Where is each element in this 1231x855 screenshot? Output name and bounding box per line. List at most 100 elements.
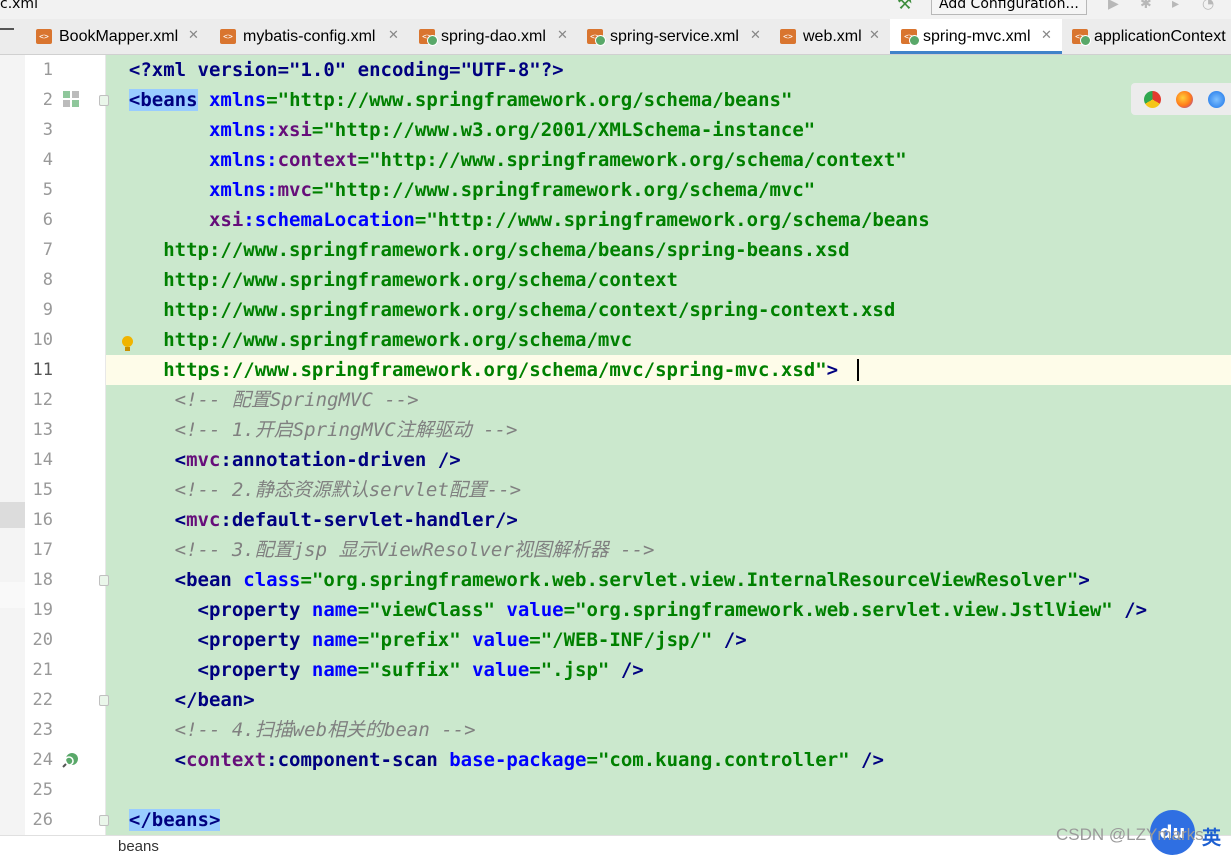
debug-icon[interactable]: ✱ xyxy=(1140,0,1152,12)
text-caret xyxy=(857,359,859,381)
strip-marker xyxy=(0,502,25,528)
firefox-icon[interactable] xyxy=(1176,91,1193,108)
component-scan-gutter-icon[interactable] xyxy=(62,751,80,769)
code-line-3[interactable]: xmlns:xsi="http://www.w3.org/2001/XMLSch… xyxy=(106,115,1231,145)
line-number: 20 xyxy=(32,630,53,650)
line-number: 3 xyxy=(42,120,53,140)
line-number: 13 xyxy=(32,420,53,440)
fold-marker-icon[interactable] xyxy=(99,815,109,826)
ime-language-label[interactable]: 英 xyxy=(1202,823,1221,850)
code-line-8[interactable]: http://www.springframework.org/schema/co… xyxy=(106,265,1231,295)
tab-spring-mvc-xml[interactable]: <> spring-mvc.xml ✕ xyxy=(890,19,1062,54)
code-line-19[interactable]: <property name="viewClass" value="org.sp… xyxy=(106,595,1231,625)
spring-beans-gutter-icon[interactable] xyxy=(62,90,80,108)
build-hammer-icon[interactable]: ⚒ xyxy=(897,0,912,14)
fold-marker-icon[interactable] xyxy=(99,695,109,706)
tab-bookmapper-xml[interactable]: <> BookMapper.xml ✕ xyxy=(27,19,210,54)
line-number: 24 xyxy=(32,750,53,770)
code-line-17[interactable]: <!-- 3.配置jsp 显示ViewResolver视图解析器 --> xyxy=(106,535,1231,565)
line-number: 25 xyxy=(32,780,53,800)
code-line-9[interactable]: http://www.springframework.org/schema/co… xyxy=(106,295,1231,325)
tab-mybatis-config-xml[interactable]: <> mybatis-config.xml ✕ xyxy=(210,19,407,54)
code-line-1[interactable]: <?xml version="1.0" encoding="UTF-8"?> xyxy=(106,55,1231,85)
code-line-23[interactable]: <!-- 4.扫描web相关的bean --> xyxy=(106,715,1231,745)
code-line-2[interactable]: <beans xmlns="http://www.springframework… xyxy=(106,85,1231,115)
window-title: c.xml xyxy=(0,0,38,12)
line-number: 2 xyxy=(42,90,53,110)
profile-icon[interactable]: ◔ xyxy=(1202,0,1214,12)
xml-file-icon: <> xyxy=(36,29,52,44)
fold-marker-icon[interactable] xyxy=(99,575,109,586)
line-number: 18 xyxy=(32,570,53,590)
tab-scroll-indicator[interactable] xyxy=(0,28,14,30)
close-icon[interactable]: ✕ xyxy=(188,27,199,43)
lightbulb-base xyxy=(125,347,130,351)
line-number: 10 xyxy=(32,330,53,350)
line-number: 22 xyxy=(32,690,53,710)
line-number: 26 xyxy=(32,810,53,830)
line-number-current: 11 xyxy=(32,360,53,380)
line-number: 1 xyxy=(42,60,53,80)
close-icon[interactable]: ✕ xyxy=(557,27,568,43)
line-number: 23 xyxy=(32,720,53,740)
watermark: CSDN @LZYmarks xyxy=(1056,825,1204,844)
code-editor[interactable]: <?xml version="1.0" encoding="UTF-8"?> <… xyxy=(106,55,1231,835)
code-line-15[interactable]: <!-- 2.静态资源默认servlet配置--> xyxy=(106,475,1231,505)
chrome-icon[interactable] xyxy=(1144,91,1161,108)
spring-xml-file-icon: <> xyxy=(587,29,606,46)
code-line-24[interactable]: <context:component-scan base-package="co… xyxy=(106,745,1231,775)
line-number: 4 xyxy=(42,150,53,170)
top-toolbar: c.xml ⚒ Add Configuration... ▶ ✱ ▸ ◔ xyxy=(0,0,1231,19)
code-line-18[interactable]: <bean class="org.springframework.web.ser… xyxy=(106,565,1231,595)
code-line-7[interactable]: http://www.springframework.org/schema/be… xyxy=(106,235,1231,265)
tab-label: BookMapper.xml xyxy=(59,28,179,45)
tab-label: spring-mvc.xml xyxy=(923,28,1031,45)
line-number: 5 xyxy=(42,180,53,200)
code-line-20[interactable]: <property name="prefix" value="/WEB-INF/… xyxy=(106,625,1231,655)
run-icon[interactable]: ▶ xyxy=(1108,0,1119,12)
line-number: 9 xyxy=(42,300,53,320)
breadcrumb[interactable]: beans xyxy=(118,838,159,855)
line-number: 17 xyxy=(32,540,53,560)
tab-label: mybatis-config.xml xyxy=(243,28,376,45)
code-line-13[interactable]: <!-- 1.开启SpringMVC注解驱动 --> xyxy=(106,415,1231,445)
coverage-icon[interactable]: ▸ xyxy=(1172,0,1179,12)
close-icon[interactable]: ✕ xyxy=(869,27,880,43)
strip-marker xyxy=(0,582,25,608)
code-line-6[interactable]: xsi:schemaLocation="http://www.springfra… xyxy=(106,205,1231,235)
line-number: 16 xyxy=(32,510,53,530)
tab-label: web.xml xyxy=(803,28,862,45)
breadcrumb-bar: beans xyxy=(0,835,1231,855)
line-number: 12 xyxy=(32,390,53,410)
safari-icon[interactable] xyxy=(1208,91,1225,108)
line-number: 19 xyxy=(32,600,53,620)
tab-label: spring-service.xml xyxy=(610,28,739,45)
code-line-11[interactable]: https://www.springframework.org/schema/m… xyxy=(106,355,1231,385)
tab-spring-dao-xml[interactable]: <> spring-dao.xml ✕ xyxy=(407,19,575,54)
code-line-10[interactable]: http://www.springframework.org/schema/mv… xyxy=(106,325,1231,355)
code-line-22[interactable]: </bean> xyxy=(106,685,1231,715)
tab-applicationcontext[interactable]: <> applicationContext xyxy=(1062,19,1231,54)
code-line-25[interactable] xyxy=(106,775,1231,805)
code-line-5[interactable]: xmlns:mvc="http://www.springframework.or… xyxy=(106,175,1231,205)
tab-web-xml[interactable]: <> web.xml ✕ xyxy=(770,19,890,54)
close-icon[interactable]: ✕ xyxy=(1041,27,1052,43)
spring-xml-file-icon: <> xyxy=(419,29,438,46)
line-number: 7 xyxy=(42,240,53,260)
code-line-4[interactable]: xmlns:context="http://www.springframewor… xyxy=(106,145,1231,175)
tab-spring-service-xml[interactable]: <> spring-service.xml ✕ xyxy=(575,19,770,54)
code-line-12[interactable]: <!-- 配置SpringMVC --> xyxy=(106,385,1231,415)
add-configuration-button[interactable]: Add Configuration... xyxy=(931,0,1087,15)
lightbulb-icon[interactable] xyxy=(122,336,133,347)
close-icon[interactable]: ✕ xyxy=(388,27,399,43)
code-line-21[interactable]: <property name="suffix" value=".jsp" /> xyxy=(106,655,1231,685)
tab-label: applicationContext xyxy=(1094,28,1226,45)
line-number: 8 xyxy=(42,270,53,290)
close-icon[interactable]: ✕ xyxy=(750,27,761,43)
fold-marker-icon[interactable] xyxy=(99,95,109,106)
code-line-14[interactable]: <mvc:annotation-driven /> xyxy=(106,445,1231,475)
code-line-16[interactable]: <mvc:default-servlet-handler/> xyxy=(106,505,1231,535)
spring-xml-file-icon: <> xyxy=(1072,29,1091,46)
spring-xml-file-icon: <> xyxy=(901,29,920,46)
browser-preview-bar xyxy=(1131,83,1231,115)
